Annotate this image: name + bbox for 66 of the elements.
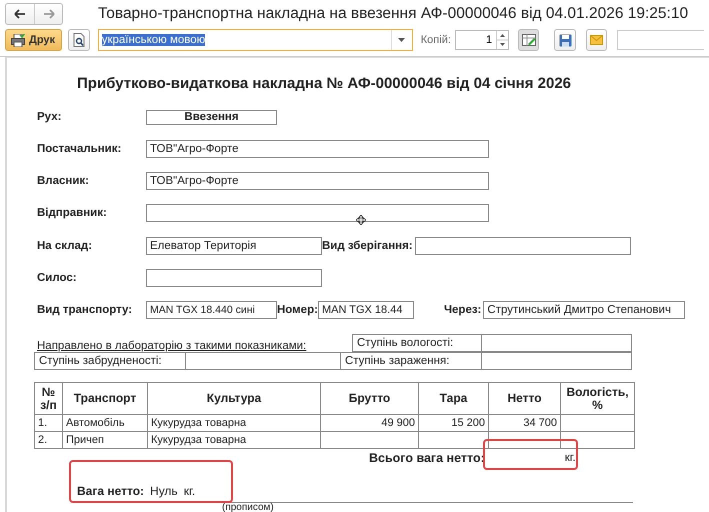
movement-field[interactable]: Ввезення (146, 110, 277, 124)
email-button[interactable] (586, 29, 607, 51)
column-header: Транспорт (62, 382, 148, 414)
field-label: Через: (444, 304, 482, 316)
column-header: Нетто (488, 382, 560, 414)
printer-icon (11, 34, 25, 46)
window-title: Товарно-транспортна накладна на ввезення АФ-00000046 від 04.01.2026 19:25:10 (98, 5, 688, 23)
page-search-icon (73, 33, 86, 47)
column-header: № з/п (34, 382, 62, 414)
field-label: Вага нетто: (77, 484, 144, 498)
field-label: Вид транспорту: (37, 304, 134, 316)
table-cell: Причеп (62, 432, 148, 448)
table-cell: Автомобіль (62, 414, 148, 432)
left-arrow-icon (14, 9, 26, 19)
table-cell: 15 200 (418, 414, 488, 432)
table-cell: Кукурудза товарна (148, 432, 320, 448)
via-field[interactable]: Струтинський Дмитро Степанович (483, 301, 686, 319)
move-cursor-icon (356, 215, 366, 225)
caption: (прописом) (222, 502, 274, 512)
field-label: Рух: (37, 111, 62, 123)
caret-down-icon (398, 38, 406, 42)
table-cell: Ступінь зараження: (340, 353, 482, 369)
field-label: Власник: (37, 175, 90, 187)
table-cell: Кукурудза товарна (148, 414, 320, 432)
copies-spin-field[interactable]: 1 (454, 30, 510, 50)
field-label: Силос: (37, 272, 78, 284)
number-field[interactable]: MAN TGX 18.44 (318, 301, 414, 319)
preview-button[interactable] (68, 29, 90, 51)
field-label: Постачальник: (37, 143, 122, 155)
column-header: Культура (148, 382, 320, 414)
unit-label: кг. (184, 484, 196, 498)
save-button[interactable] (554, 29, 576, 51)
sender-field[interactable] (146, 204, 489, 222)
owner-field[interactable]: ТОВ"Агро-Форте (146, 172, 489, 190)
copies-label: Копій: (420, 34, 451, 46)
table-cell: 49 900 (320, 414, 418, 432)
edit-table-button[interactable] (518, 29, 540, 51)
table-cell: 34 700 (488, 414, 560, 432)
lab-note: Направлено в лабораторію з такими показниками: (37, 340, 308, 352)
language-value: українською мовою (102, 34, 206, 46)
language-dropdown[interactable]: українською мовою (98, 29, 413, 51)
column-header: Брутто (320, 382, 418, 414)
storage-type-field[interactable] (414, 237, 631, 255)
envelope-icon (590, 35, 603, 45)
table-cell: 2. (34, 432, 62, 448)
table-cell: 1. (34, 414, 62, 432)
column-header: Тара (418, 382, 488, 414)
field-label: На склад: (37, 240, 94, 252)
search-field[interactable] (617, 30, 704, 50)
table-cell: Ступінь вологості: (353, 335, 482, 351)
table-edit-icon (522, 34, 536, 46)
field-label: Всього вага нетто: (369, 450, 485, 464)
print-button[interactable]: Друк (5, 29, 62, 51)
supplier-field[interactable]: ТОВ"Агро-Форте (146, 140, 489, 158)
transport-type-field[interactable]: MAN TGX 18.440 сині (146, 301, 277, 319)
field-label: Номер: (277, 304, 318, 316)
amount-in-words: Нуль (150, 484, 178, 498)
column-header: Вологість, % (560, 382, 634, 414)
right-arrow-icon (42, 9, 54, 19)
silo-field[interactable] (146, 269, 322, 287)
field-label: Відправник: (37, 207, 108, 219)
unit-label: кг. (564, 452, 576, 464)
warehouse-field[interactable]: Елеватор Територія (146, 237, 322, 255)
table-cell: Ступінь забрудненості: (35, 353, 186, 369)
document-title: Прибутково-видаткова накладна № АФ-00000046 від 04 січня 2026 (76, 74, 572, 94)
field-label: Вид зберігання: (322, 240, 413, 252)
